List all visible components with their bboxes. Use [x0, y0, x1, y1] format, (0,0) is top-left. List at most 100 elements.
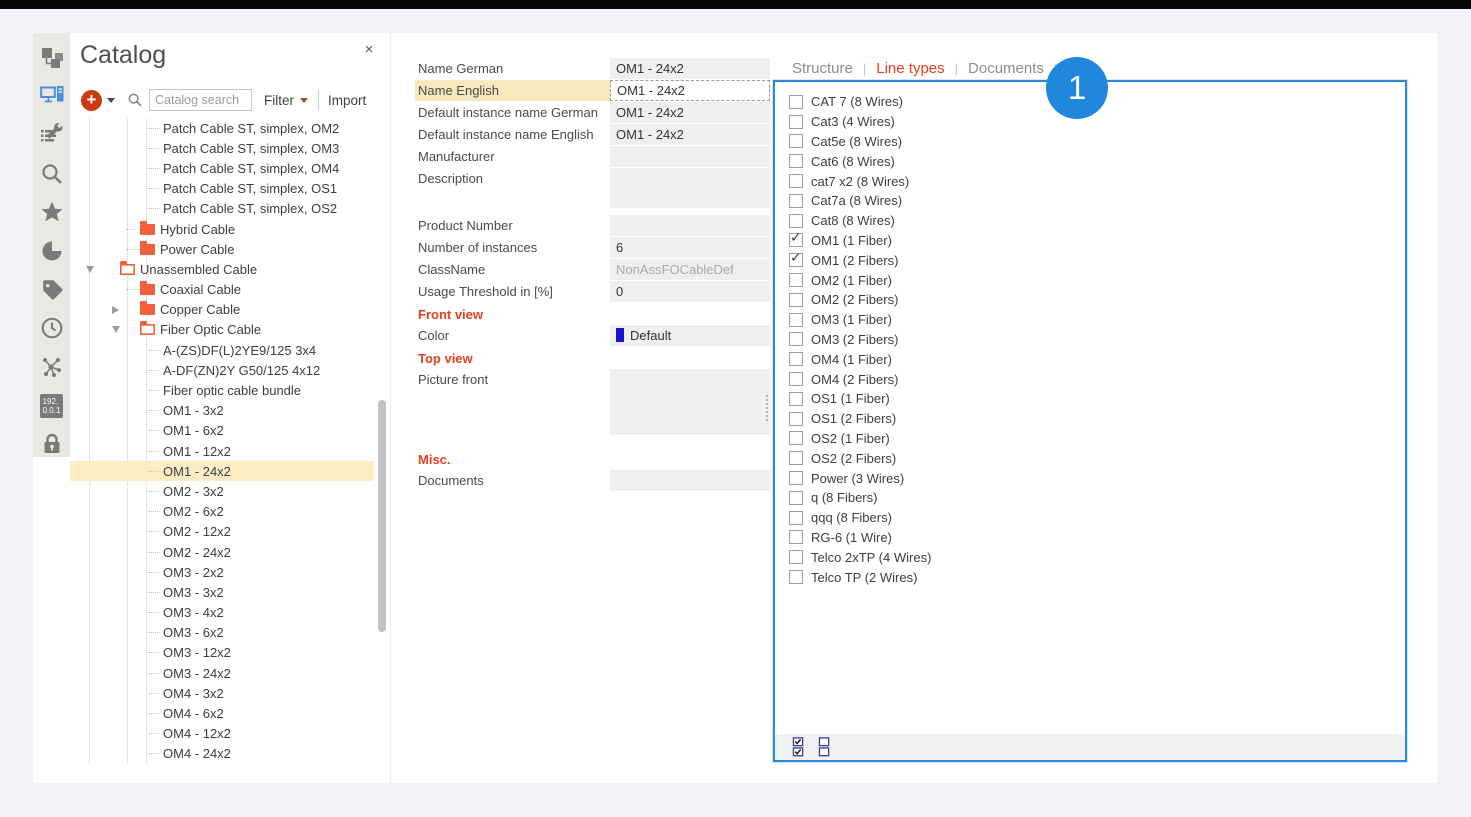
- line-type-checkbox[interactable]: [789, 412, 803, 426]
- add-button[interactable]: +: [81, 90, 102, 111]
- line-type-row[interactable]: OM3 (1 Fiber): [789, 310, 931, 330]
- tree-item[interactable]: A-DF(ZN)2Y G50/125 4x12: [70, 360, 374, 380]
- line-type-checkbox[interactable]: [789, 471, 803, 485]
- line-type-row[interactable]: OM1 (1 Fiber): [789, 231, 931, 251]
- line-type-checkbox[interactable]: [789, 95, 803, 109]
- property-value[interactable]: Default: [610, 325, 770, 346]
- collapsed-arrow-icon[interactable]: [112, 306, 140, 314]
- line-type-row[interactable]: Cat7a (8 Wires): [789, 191, 931, 211]
- history-clock-icon[interactable]: [39, 315, 65, 341]
- property-value[interactable]: [610, 146, 770, 167]
- tree-item[interactable]: OM3 - 3x2: [70, 582, 374, 602]
- tree-item[interactable]: Patch Cable ST, simplex, OM4: [70, 158, 374, 178]
- tree-item[interactable]: OM2 - 6x2: [70, 502, 374, 522]
- tree-item[interactable]: OM4 - 12x2: [70, 724, 374, 744]
- line-type-checkbox[interactable]: [789, 273, 803, 287]
- property-value[interactable]: [610, 470, 770, 491]
- tree-item[interactable]: Patch Cable ST, simplex, OS1: [70, 179, 374, 199]
- tab-structure[interactable]: Structure: [792, 60, 853, 77]
- tree-item[interactable]: OM3 - 2x2: [70, 562, 374, 582]
- line-type-checkbox[interactable]: [789, 214, 803, 228]
- import-button[interactable]: Import: [328, 93, 366, 108]
- line-type-row[interactable]: OS1 (1 Fiber): [789, 389, 931, 409]
- property-value[interactable]: NonAssFOCableDef: [610, 259, 770, 280]
- tree-item[interactable]: OM3 - 4x2: [70, 603, 374, 623]
- line-type-row[interactable]: OS2 (2 Fibers): [789, 448, 931, 468]
- chevron-down-icon[interactable]: [107, 98, 115, 103]
- line-type-checkbox[interactable]: [789, 115, 803, 129]
- pie-chart-icon[interactable]: [39, 238, 65, 264]
- line-type-checkbox[interactable]: [789, 154, 803, 168]
- line-type-checkbox[interactable]: [789, 352, 803, 366]
- line-type-row[interactable]: Cat3 (4 Wires): [789, 112, 931, 132]
- line-type-row[interactable]: OM2 (2 Fibers): [789, 290, 931, 310]
- tree-item[interactable]: OM4 - 24x2: [70, 744, 374, 764]
- line-type-checkbox[interactable]: [789, 313, 803, 327]
- search-icon[interactable]: [39, 161, 65, 187]
- tree-item[interactable]: A-(ZS)DF(L)2YE9/125 3x4: [70, 340, 374, 360]
- line-type-row[interactable]: Cat5e (8 Wires): [789, 132, 931, 152]
- line-type-checkbox[interactable]: [789, 194, 803, 208]
- line-type-row[interactable]: q (8 Fibers): [789, 488, 931, 508]
- devices-icon[interactable]: [39, 84, 65, 110]
- line-type-checkbox[interactable]: [789, 134, 803, 148]
- line-type-row[interactable]: Power (3 Wires): [789, 468, 931, 488]
- tree-item[interactable]: OM4 - 6x2: [70, 703, 374, 723]
- network-nodes-icon[interactable]: [39, 354, 65, 380]
- expanded-arrow-icon[interactable]: [86, 266, 120, 273]
- property-value[interactable]: OM1 - 24x2: [610, 102, 770, 123]
- line-type-checkbox[interactable]: [789, 174, 803, 188]
- tools-icon[interactable]: [39, 122, 65, 148]
- tree-item[interactable]: OM1 - 6x2: [70, 421, 374, 441]
- tree-item[interactable]: Unassembled Cable: [70, 259, 374, 279]
- line-type-checkbox[interactable]: [789, 451, 803, 465]
- line-type-row[interactable]: CAT 7 (8 Wires): [789, 92, 931, 112]
- filter-button[interactable]: Filter: [264, 93, 308, 108]
- close-icon[interactable]: ×: [360, 41, 378, 59]
- property-value[interactable]: [610, 215, 770, 236]
- tree-item[interactable]: OM4 - 3x2: [70, 683, 374, 703]
- line-type-row[interactable]: cat7 x2 (8 Wires): [789, 171, 931, 191]
- property-value[interactable]: [610, 369, 770, 435]
- tree-item[interactable]: OM3 - 12x2: [70, 643, 374, 663]
- catalog-search-input[interactable]: [149, 89, 252, 111]
- line-type-checkbox[interactable]: [789, 431, 803, 445]
- line-type-row[interactable]: OS1 (2 Fibers): [789, 409, 931, 429]
- line-type-row[interactable]: OM4 (2 Fibers): [789, 369, 931, 389]
- tree-item[interactable]: Coaxial Cable: [70, 280, 374, 300]
- tree-item[interactable]: Patch Cable ST, simplex, OS2: [70, 199, 374, 219]
- line-type-checkbox[interactable]: [789, 392, 803, 406]
- line-type-checkbox[interactable]: [789, 372, 803, 386]
- line-type-checkbox[interactable]: [789, 253, 803, 267]
- line-type-row[interactable]: OS2 (1 Fiber): [789, 429, 931, 449]
- line-type-checkbox[interactable]: [789, 530, 803, 544]
- select-all-icon[interactable]: [792, 736, 805, 758]
- tree-item[interactable]: Copper Cable: [70, 300, 374, 320]
- tree-item[interactable]: OM1 - 12x2: [70, 441, 374, 461]
- lock-icon[interactable]: [39, 431, 65, 457]
- line-type-row[interactable]: OM4 (1 Fiber): [789, 349, 931, 369]
- tree-item[interactable]: OM2 - 3x2: [70, 481, 374, 501]
- line-type-checkbox[interactable]: [789, 570, 803, 584]
- tree-item[interactable]: Fiber optic cable bundle: [70, 380, 374, 400]
- property-value[interactable]: 0: [610, 281, 770, 302]
- line-type-checkbox[interactable]: [789, 550, 803, 564]
- ip-address-icon[interactable]: 192.0.0.1: [39, 393, 65, 419]
- deselect-all-icon[interactable]: [818, 736, 831, 758]
- line-type-row[interactable]: Telco TP (2 Wires): [789, 567, 931, 587]
- line-type-checkbox[interactable]: [789, 332, 803, 346]
- tree-item[interactable]: OM3 - 6x2: [70, 623, 374, 643]
- line-type-checkbox[interactable]: [789, 293, 803, 307]
- tab-line-types[interactable]: Line types: [876, 60, 944, 77]
- property-value[interactable]: OM1 - 24x2: [610, 124, 770, 145]
- line-type-checkbox[interactable]: [789, 491, 803, 505]
- line-type-row[interactable]: RG-6 (1 Wire): [789, 528, 931, 548]
- tree-item[interactable]: Hybrid Cable: [70, 219, 374, 239]
- line-type-row[interactable]: Cat6 (8 Wires): [789, 151, 931, 171]
- line-type-row[interactable]: Cat8 (8 Wires): [789, 211, 931, 231]
- tree-item[interactable]: OM1 - 3x2: [70, 401, 374, 421]
- property-value[interactable]: [610, 168, 770, 208]
- topology-icon[interactable]: [39, 45, 65, 71]
- tree-item[interactable]: OM2 - 24x2: [70, 542, 374, 562]
- tree-item[interactable]: OM1 - 24x2: [70, 461, 374, 481]
